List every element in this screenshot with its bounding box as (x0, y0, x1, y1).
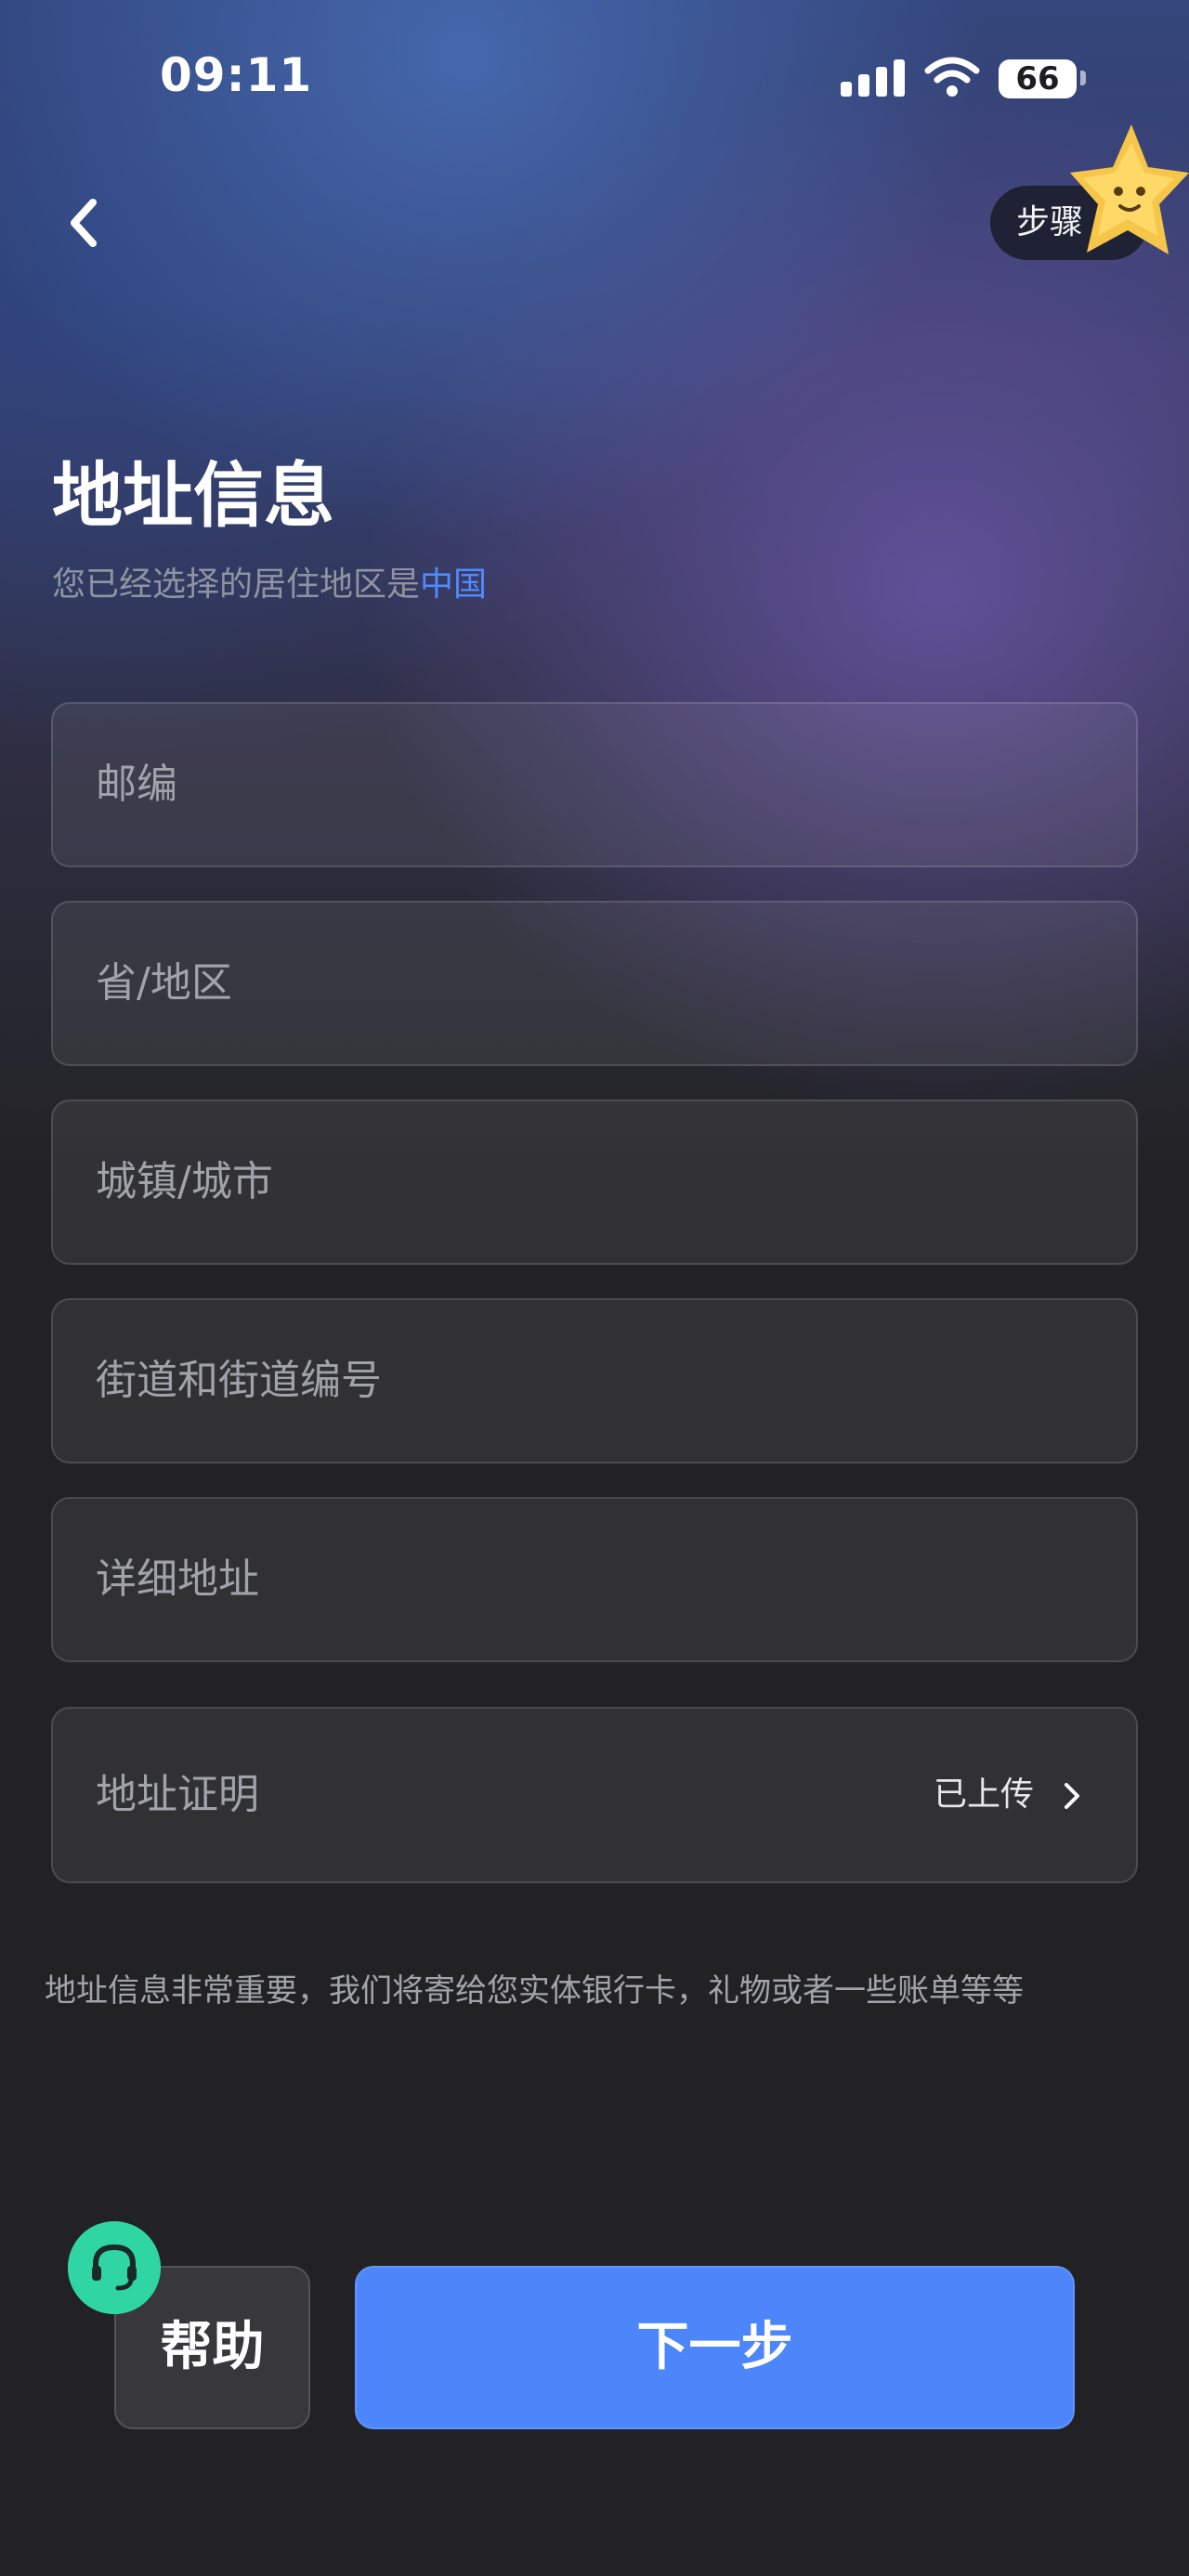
headset-icon[interactable] (68, 2221, 161, 2314)
signal-icon (841, 59, 906, 97)
postal-code-placeholder: 邮编 (96, 761, 177, 808)
wifi-icon (924, 57, 980, 97)
street-field[interactable]: 街道和街道编号 (51, 1298, 1138, 1464)
address-proof-label: 地址证明 (96, 1771, 259, 1818)
battery-tip (1080, 71, 1086, 85)
province-field[interactable]: 省/地区 (51, 901, 1138, 1066)
address-proof-row[interactable]: 地址证明 已上传 (51, 1707, 1138, 1883)
street-placeholder: 街道和街道编号 (96, 1357, 382, 1404)
region-subtitle: 您已经选择的居住地区是中国 (52, 557, 487, 605)
address-notice: 地址信息非常重要，我们将寄给您实体银行卡，礼物或者一些账单等等 (45, 1972, 1024, 2010)
region-prefix: 您已经选择的居住地区是 (52, 566, 421, 604)
city-placeholder: 城镇/城市 (96, 1158, 273, 1205)
detail-address-placeholder: 详细地址 (96, 1555, 259, 1603)
chevron-right-icon (1065, 1783, 1079, 1809)
postal-code-field[interactable]: 邮编 (51, 702, 1138, 867)
region-link[interactable]: 中国 (420, 566, 487, 604)
page-title: 地址信息 (52, 454, 334, 537)
next-step-button[interactable]: 下一步 (355, 2266, 1075, 2429)
detail-address-field[interactable]: 详细地址 (51, 1497, 1138, 1662)
battery-icon: 66 (999, 59, 1077, 98)
upload-status: 已上传 (933, 1776, 1034, 1814)
province-placeholder: 省/地区 (96, 959, 232, 1007)
status-time: 09:11 (160, 48, 313, 102)
city-field[interactable]: 城镇/城市 (51, 1099, 1138, 1265)
chevron-left-icon[interactable] (56, 186, 121, 260)
star-mascot-icon (1070, 124, 1189, 254)
